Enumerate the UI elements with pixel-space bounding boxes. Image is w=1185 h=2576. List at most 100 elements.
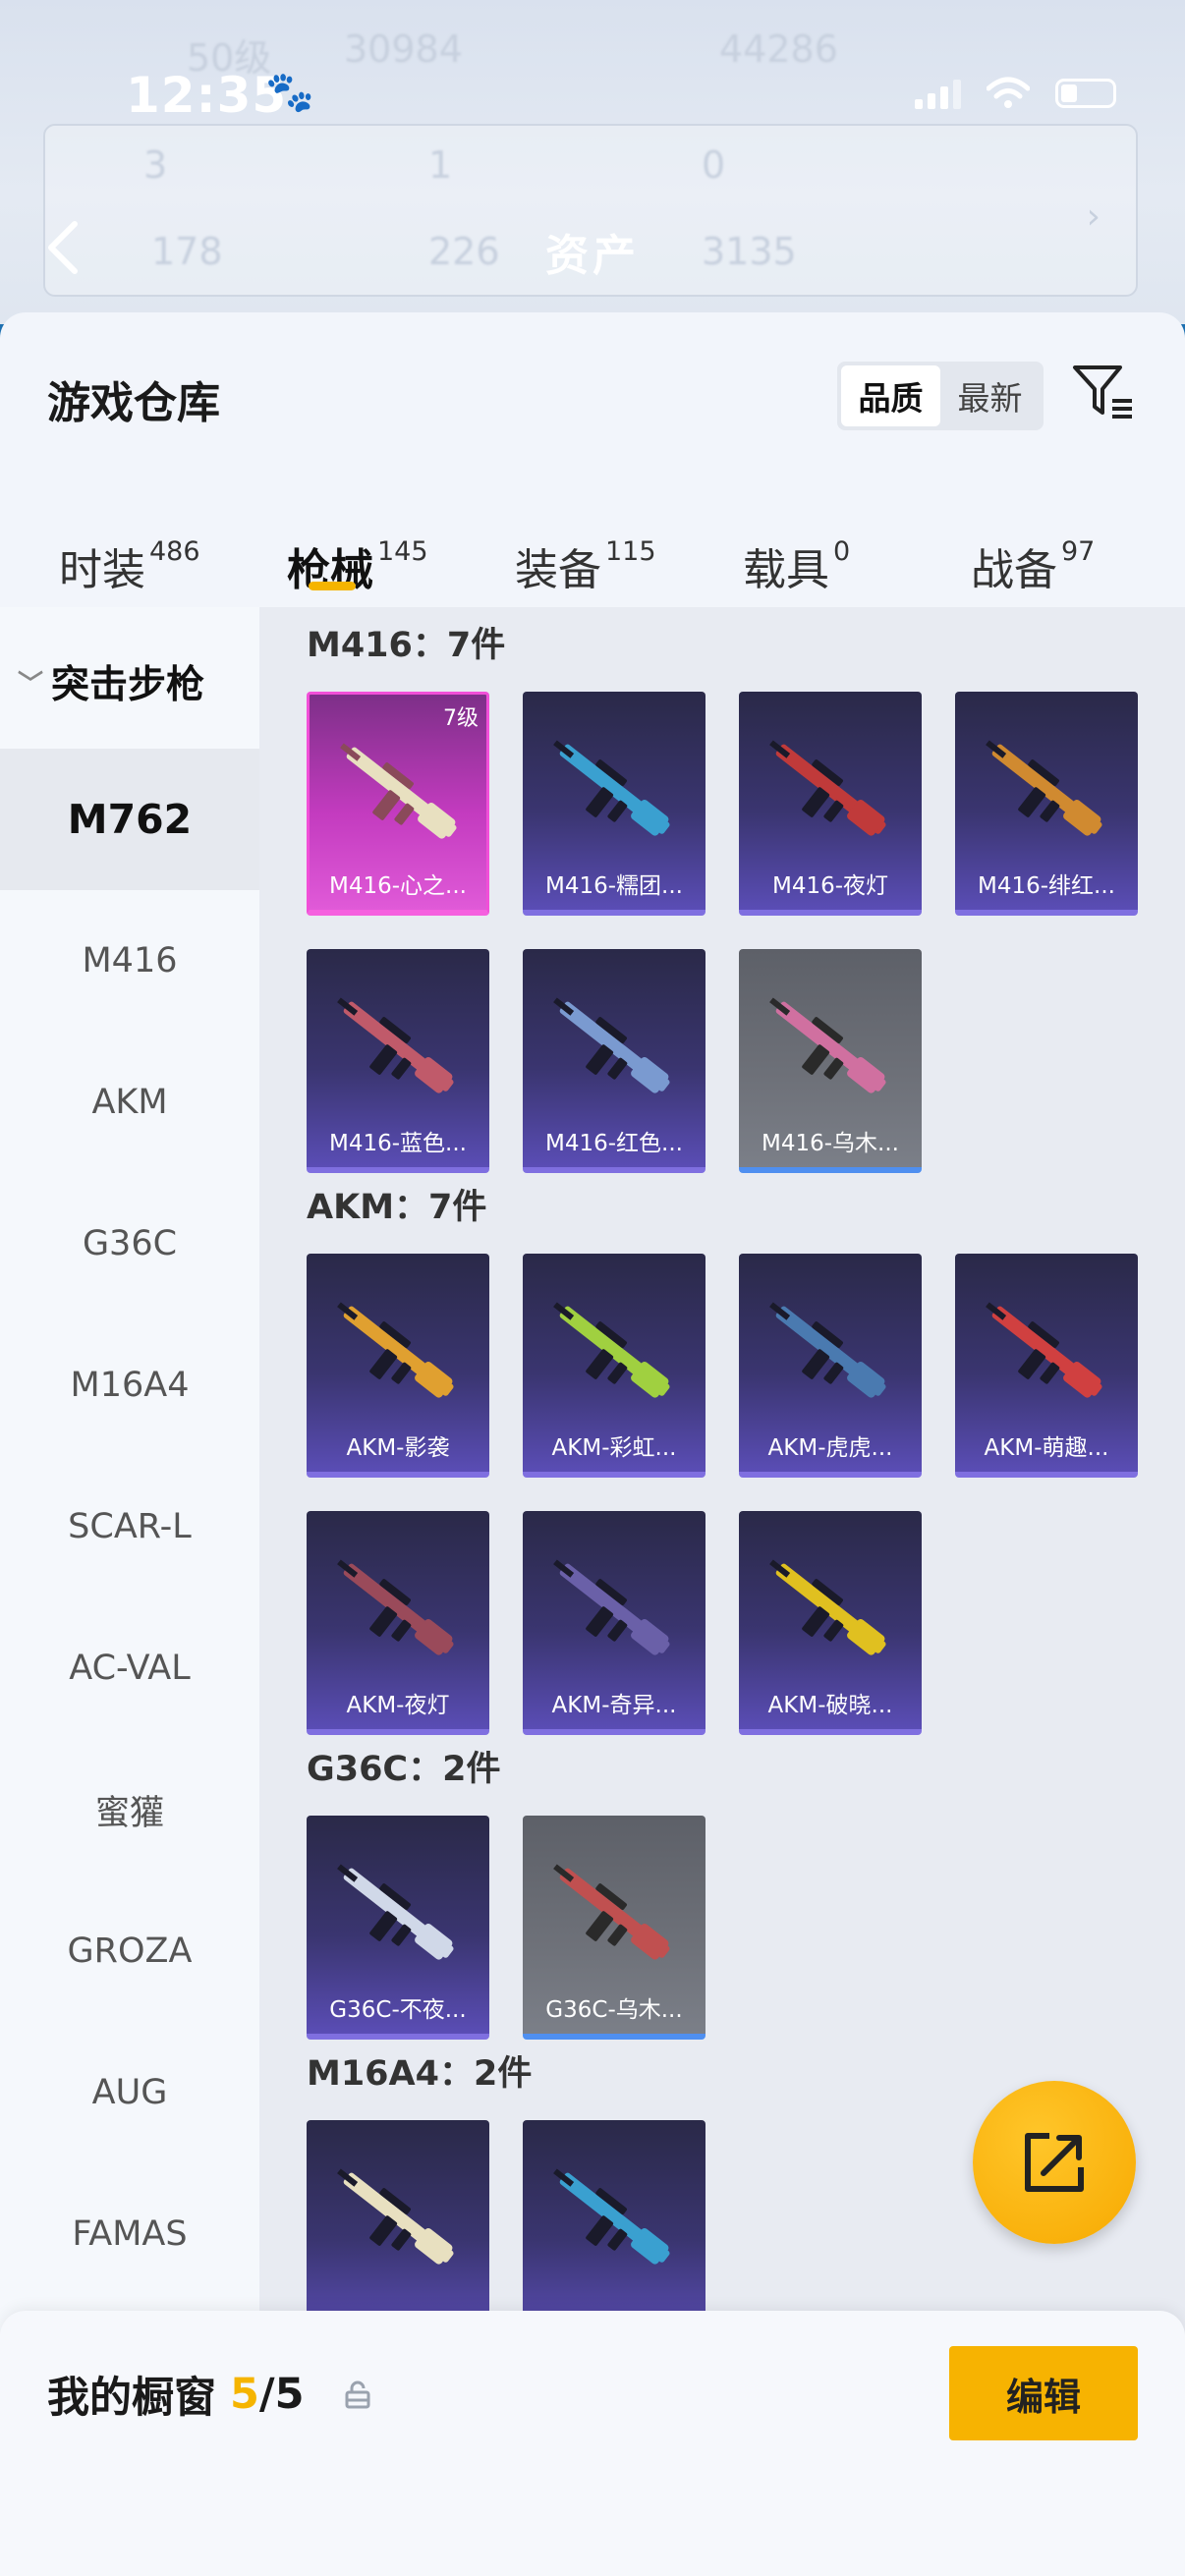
section-title: M16A4：2件 xyxy=(307,2054,533,2094)
sidebar-item-m416[interactable]: M416 xyxy=(0,890,259,1032)
paw-icon: 🐾 xyxy=(265,70,314,115)
rifle-icon xyxy=(553,1302,670,1398)
tab-count: 97 xyxy=(1061,536,1096,567)
tab-label: 载具 xyxy=(743,545,829,595)
rifle-icon xyxy=(769,1559,886,1655)
sidebar-item-m762[interactable]: M762 xyxy=(0,749,259,890)
sidebar-item-ac-val[interactable]: AC-VAL xyxy=(0,1597,259,1739)
rifle-icon xyxy=(986,1302,1102,1398)
rifle-icon xyxy=(769,997,886,1093)
rifle-icon xyxy=(553,2168,670,2265)
card-label: M416-心之... xyxy=(329,873,467,899)
showcase-bar: 我的橱窗 5/5 编辑 xyxy=(0,2311,1185,2576)
sheet-title: 游戏仓库 xyxy=(47,378,220,428)
card-level-badge: 7级 xyxy=(443,706,479,731)
tab-label: 装备 xyxy=(515,545,601,595)
card-label: M416-夜灯 xyxy=(771,873,889,899)
rifle-icon xyxy=(337,1864,454,1960)
weapon-skin-card[interactable]: AKM-破晓... xyxy=(739,1511,922,1735)
status-icons xyxy=(915,77,1116,110)
weapon-skin-card[interactable]: AKM-影袭 xyxy=(307,1254,489,1478)
card-label: AKM-虎虎... xyxy=(767,1435,893,1461)
weapon-skin-card[interactable]: AKM-虎虎... xyxy=(739,1254,922,1478)
tab-fashion[interactable]: 时装 486 xyxy=(59,534,200,597)
rifle-icon xyxy=(337,2168,454,2265)
weapon-category-sidebar: ﹀ 突击步枪 M762 M416 AKM G36C M16A4 SCAR-L A… xyxy=(0,607,259,2444)
showcase-count-total: 5 xyxy=(274,2370,305,2419)
sidebar-item-aug[interactable]: AUG xyxy=(0,2022,259,2163)
battery-icon xyxy=(1055,79,1116,108)
weapon-skin-card[interactable]: 7级 M416-心之... xyxy=(307,692,489,916)
sidebar-group-label: 突击步枪 xyxy=(51,663,205,707)
section-title: AKM：7件 xyxy=(307,1188,487,1227)
section-title: G36C：2件 xyxy=(307,1750,501,1789)
card-label: AKM-萌趣... xyxy=(984,1435,1109,1461)
weapon-skin-card[interactable]: AKM-萌趣... xyxy=(955,1254,1138,1478)
rifle-icon xyxy=(337,997,454,1093)
weapon-skin-card[interactable]: M416-绯红... xyxy=(955,692,1138,916)
weapon-skin-card[interactable]: G36C-不夜... xyxy=(307,1816,489,2040)
rifle-icon xyxy=(769,1302,886,1398)
rifle-icon xyxy=(553,997,670,1093)
card-label: M416-糯团... xyxy=(545,873,683,899)
sort-toggle: 品质 最新 xyxy=(837,362,1044,430)
rifle-icon xyxy=(337,1559,454,1655)
sidebar-item-akm[interactable]: AKM xyxy=(0,1032,259,1173)
section-title: M416：7件 xyxy=(307,626,506,665)
weapon-skin-card[interactable]: AKM-奇异... xyxy=(523,1511,705,1735)
sort-newest-button[interactable]: 最新 xyxy=(940,365,1040,426)
sidebar-item-honey-badger[interactable]: 蜜獾 xyxy=(0,1739,259,1880)
showcase-count: 5/5 xyxy=(230,2370,305,2419)
tab-count: 486 xyxy=(149,536,200,567)
share-button[interactable] xyxy=(973,2081,1136,2244)
bg-score-2: 44286 xyxy=(719,28,838,71)
sidebar-item-g36c[interactable]: G36C xyxy=(0,1173,259,1315)
sidebar-item-famas[interactable]: FAMAS xyxy=(0,2163,259,2305)
showcase-count-current: 5 xyxy=(230,2370,259,2419)
sidebar-group-assault-rifles[interactable]: ﹀ 突击步枪 xyxy=(18,654,204,709)
sidebar-item-scar-l[interactable]: SCAR-L xyxy=(0,1456,259,1597)
chevron-right-icon: › xyxy=(1086,196,1100,237)
weapon-skin-card[interactable]: M416-蓝色... xyxy=(307,949,489,1173)
bg-stat: 178 xyxy=(151,230,223,273)
sidebar-item-m16a4[interactable]: M16A4 xyxy=(0,1315,259,1456)
bg-stat: 0 xyxy=(702,143,726,187)
external-link-icon xyxy=(1025,2133,1084,2192)
bg-stat: 1 xyxy=(428,143,453,187)
weapon-skin-card[interactable]: M416-红色... xyxy=(523,949,705,1173)
weapon-skin-card[interactable]: M416-夜灯 xyxy=(739,692,922,916)
rifle-icon xyxy=(553,1559,670,1655)
sidebar-item-groza[interactable]: GROZA xyxy=(0,1880,259,2022)
lock-icon xyxy=(345,2380,370,2409)
edit-button[interactable]: 编辑 xyxy=(949,2346,1138,2440)
bg-stat: 3135 xyxy=(702,230,797,273)
weapon-skin-card[interactable]: AKM-彩虹... xyxy=(523,1254,705,1478)
card-label: M416-绯红... xyxy=(978,873,1115,899)
filter-icon[interactable] xyxy=(1071,360,1136,424)
rifle-icon xyxy=(340,743,457,839)
tab-vehicles[interactable]: 载具 0 xyxy=(743,534,850,597)
card-label: G36C-不夜... xyxy=(329,1997,467,2023)
active-tab-indicator xyxy=(309,582,356,590)
weapon-skin-card[interactable]: G36C-乌木... xyxy=(523,1816,705,2040)
tab-label: 时装 xyxy=(59,545,145,595)
weapon-skin-card[interactable]: M416-乌木... xyxy=(739,949,922,1173)
card-label: M416-红色... xyxy=(545,1131,683,1156)
bg-score: 30984 xyxy=(344,28,463,71)
card-label: G36C-乌木... xyxy=(545,1997,683,2023)
card-label: AKM-彩虹... xyxy=(551,1435,677,1461)
background-header: 50级 30984 44286 12:35 🐾 3 1 0 178 226 31… xyxy=(0,0,1185,324)
card-label: M416-乌木... xyxy=(762,1131,899,1156)
sort-quality-button[interactable]: 品质 xyxy=(841,365,940,426)
card-label: AKM-影袭 xyxy=(346,1435,450,1461)
weapon-skin-card[interactable]: AKM-夜灯 xyxy=(307,1511,489,1735)
tab-battle-gear[interactable]: 战备 97 xyxy=(971,534,1095,597)
tab-label: 战备 xyxy=(971,545,1057,595)
bg-stat: 226 xyxy=(428,230,500,273)
bg-stat: 3 xyxy=(143,143,168,187)
weapon-skin-card[interactable]: M416-糯团... xyxy=(523,692,705,916)
tab-equipment[interactable]: 装备 115 xyxy=(515,534,656,597)
card-label: M416-蓝色... xyxy=(329,1131,467,1156)
back-icon[interactable] xyxy=(43,218,83,277)
chevron-down-icon: ﹀ xyxy=(18,669,44,700)
